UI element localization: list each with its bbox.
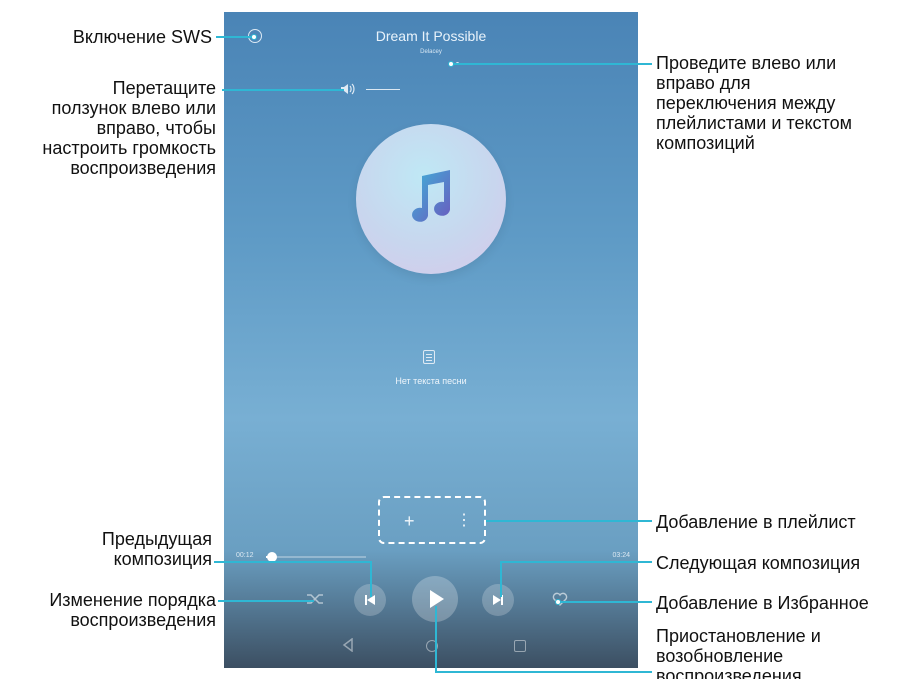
song-title: Dream It Possible [375, 28, 487, 44]
connector-prev [214, 561, 372, 563]
progress-slider[interactable] [266, 552, 366, 562]
volume-slider[interactable] [366, 89, 400, 90]
connector-dot [448, 61, 454, 67]
add-to-playlist-button[interactable]: + [404, 512, 415, 530]
lyrics-doc-icon [423, 350, 435, 364]
connector-prev-vertical [370, 561, 372, 597]
annotation-swipe: Проведите влево или вправо для переключе… [656, 53, 852, 153]
connector-add-playlist [486, 520, 652, 522]
connector-next-vertical [500, 561, 502, 597]
connector-sws [216, 36, 254, 38]
music-player-screen: Dream It Possible Delacey Нет текста пес… [224, 12, 638, 668]
annotation-shuffle: Изменение порядка воспроизведения [49, 590, 216, 630]
connector-shuffle [218, 600, 314, 602]
next-icon [493, 595, 503, 605]
connector-play-vertical [435, 606, 437, 672]
album-art[interactable] [356, 124, 506, 274]
time-total: 03:24 [612, 552, 630, 559]
shuffle-icon[interactable] [306, 592, 324, 606]
annotation-prev: Предыдущая композиция [101, 529, 212, 569]
back-icon[interactable] [342, 638, 354, 652]
annotation-sws: Включение SWS [72, 27, 212, 47]
connector-favorite [558, 601, 652, 603]
annotation-next: Следующая композиция [656, 553, 861, 573]
connector-volume [222, 89, 344, 91]
time-elapsed: 00:12 [236, 552, 254, 559]
annotation-add-playlist: Добавление в плейлист [656, 512, 856, 532]
annotation-volume: Перетащите ползунок влево или вправо, чт… [42, 78, 216, 178]
no-lyrics-text: Нет текста песни [395, 376, 467, 386]
annotation-play: Приостановление и возобновление воспроиз… [656, 626, 821, 679]
connector-swipe [452, 63, 652, 65]
music-note-icon [412, 170, 451, 222]
annotation-favorite: Добавление в Избранное [656, 593, 869, 613]
connector-dot [555, 599, 561, 605]
connector-dot [251, 34, 257, 40]
connector-next [500, 561, 652, 563]
more-options-button[interactable]: ⋮ [456, 512, 472, 530]
recent-apps-icon[interactable] [514, 640, 526, 652]
connector-play [435, 671, 652, 673]
next-button[interactable] [482, 584, 514, 616]
artist-name: Delacey [420, 49, 442, 55]
system-nav-bar [224, 624, 638, 668]
